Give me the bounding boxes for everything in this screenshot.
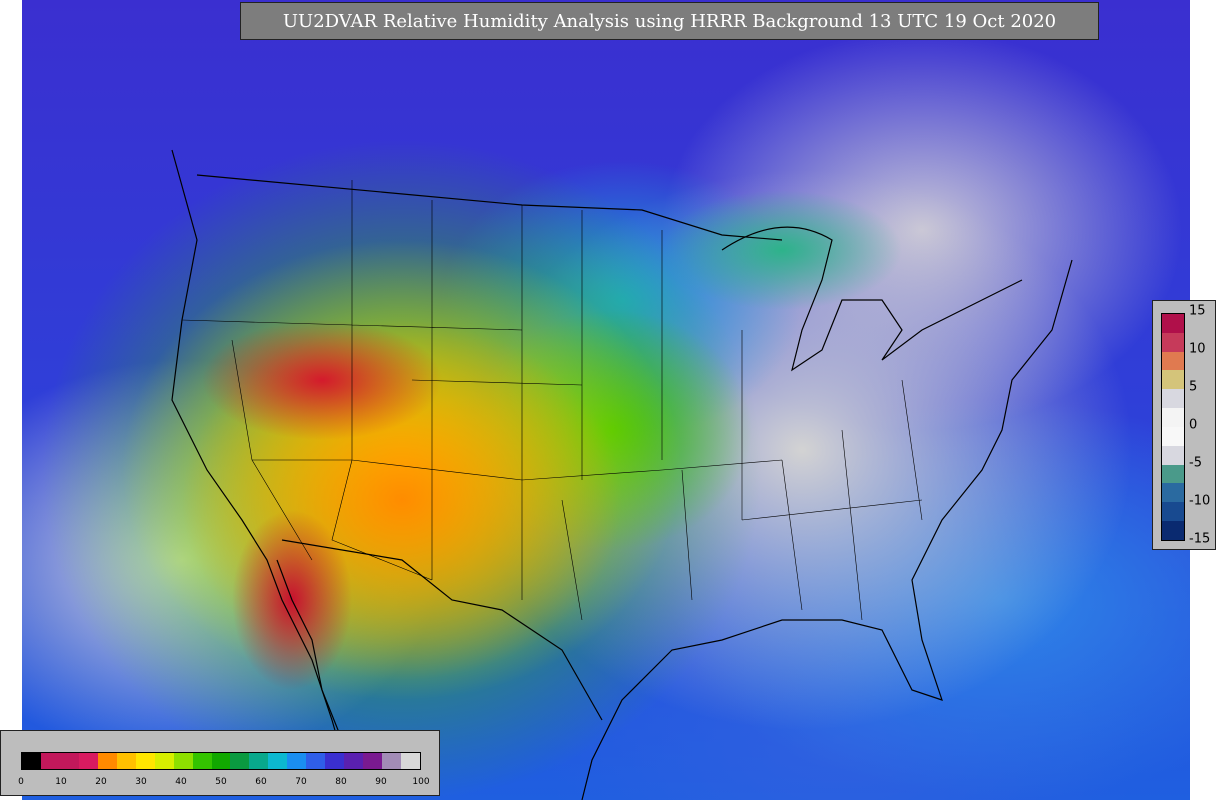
increment-color-swatch [1162,408,1184,427]
canada-border [196,174,783,241]
increment-colorbar: 15 10 5 0 -5 -10 -15 [1152,300,1216,550]
rh-colorbar-scale [21,752,421,770]
increment-color-swatch [1162,483,1184,503]
mexico-border [281,539,603,721]
rh-tick-label: 70 [295,777,307,787]
rh-color-swatch [116,753,136,769]
increment-tick-label: -15 [1189,531,1211,547]
increment-tick-label: -5 [1189,455,1202,471]
rh-color-swatch [230,753,250,769]
rh-color-swatch [249,753,269,769]
baja-coastline [276,559,343,741]
rh-tick-label: 20 [95,777,107,787]
rh-color-swatch [382,753,402,769]
rh-color-swatch [97,753,117,769]
rh-color-swatch [22,753,41,769]
increment-colorbar-scale [1161,313,1185,541]
rh-color-swatch [40,753,60,769]
rh-color-swatch [268,753,288,769]
rh-tick-label: 100 [412,777,430,787]
rh-color-swatch [192,753,212,769]
west-coastline [171,149,353,791]
map-title: UU2DVAR Relative Humidity Analysis using… [240,2,1099,40]
rh-color-swatch [173,753,193,769]
rh-color-swatch [363,753,383,769]
increment-color-swatch [1162,502,1184,522]
rh-color-swatch [154,753,174,769]
increment-tick-label: 5 [1189,379,1198,395]
increment-tick-label: 15 [1189,303,1206,319]
increment-color-swatch [1162,370,1184,390]
boundary-lines [171,149,1073,800]
increment-color-swatch [1162,314,1184,333]
rh-color-swatch [135,753,155,769]
rh-tick-label: 50 [215,777,227,787]
great-lakes [721,226,1023,372]
rh-color-swatch [306,753,326,769]
increment-color-swatch [1162,351,1184,371]
rh-color-swatch [325,753,345,769]
increment-tick-label: 0 [1189,417,1198,433]
rh-tick-label: 10 [55,777,67,787]
increment-tick-label: 10 [1189,341,1206,357]
rh-tick-label: 80 [335,777,347,787]
rh-color-swatch [211,753,231,769]
rh-color-swatch [59,753,79,769]
state-lines [181,180,923,621]
rh-tick-label: 30 [135,777,147,787]
rh-tick-label: 0 [18,777,24,787]
increment-color-swatch [1162,389,1184,409]
rh-color-swatch [401,753,421,769]
rh-tick-label: 60 [255,777,267,787]
increment-color-swatch [1162,464,1184,484]
rh-color-swatch [78,753,98,769]
increment-color-swatch [1162,332,1184,352]
rh-analysis-map [22,0,1190,800]
increment-color-swatch [1162,426,1184,446]
rh-color-swatch [344,753,364,769]
rh-color-swatch [287,753,307,769]
rh-colorbar: 0 10 20 30 40 50 60 70 80 90 100 [0,730,440,796]
increment-color-swatch [1162,521,1184,540]
rh-tick-label: 90 [375,777,387,787]
rh-tick-label: 40 [175,777,187,787]
increment-tick-label: -10 [1189,493,1211,509]
increment-color-swatch [1162,445,1184,465]
east-coastline [581,259,1073,800]
